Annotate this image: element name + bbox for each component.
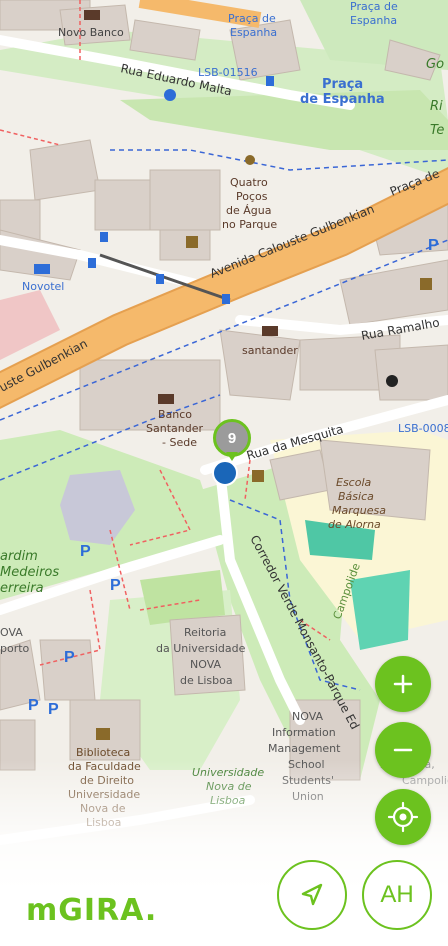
label-univ-nova-3: Lisboa — [210, 794, 246, 807]
bank-icon-1 — [84, 10, 100, 20]
label-praca-espanha-top-2: Espanha — [230, 26, 277, 39]
label-nova-left-1: OVA — [0, 626, 23, 639]
parking-icon-2: P — [110, 577, 121, 594]
label-reitoria-1: Reitoria — [184, 626, 226, 639]
parking-icon-4: P — [28, 697, 39, 714]
theatre-icon — [186, 236, 198, 248]
parking-icon-6: P — [428, 237, 439, 254]
fountain-icon — [245, 155, 255, 165]
label-right-2: Ri — [430, 99, 443, 114]
navigation-arrow-icon — [301, 883, 323, 906]
label-biblioteca-2: da Faculdade — [68, 760, 141, 773]
label-right-1: Go — [426, 57, 444, 72]
library-icon — [96, 728, 110, 740]
label-right-3: Te — [430, 123, 444, 138]
label-jardim-2: Medeiros — [0, 565, 59, 580]
label-banco-1: Banco — [158, 408, 192, 421]
label-escola-3: Marquesa — [332, 504, 386, 517]
hotel-icon — [34, 264, 50, 274]
label-reitoria-3: NOVA — [190, 658, 222, 671]
label-biblioteca-6: Lisboa — [86, 816, 121, 829]
theatre-icon-2 — [420, 278, 432, 290]
logo-text: mGIRA. — [26, 893, 158, 928]
label-ims-3: Management — [268, 742, 341, 755]
bank-icon-3 — [158, 394, 174, 404]
bus-stop-icon-1 — [100, 232, 108, 242]
label-escola-1: Escola — [336, 476, 372, 489]
bank-icon-2 — [262, 326, 278, 336]
user-avatar-button[interactable]: AH — [362, 860, 432, 930]
label-biblioteca-3: de Direito — [80, 774, 134, 787]
label-quatro-pocos-1: Quatro — [230, 176, 268, 189]
bus-stop-icon-4 — [222, 294, 230, 304]
sports-pitch — [350, 570, 410, 650]
locate-me-button[interactable] — [375, 789, 431, 845]
label-novotel: Novotel — [22, 280, 64, 293]
label-jardim-3: erreira — [0, 581, 44, 596]
label-banco-3: - Sede — [162, 436, 197, 449]
label-escola-2: Básica — [338, 490, 374, 503]
label-ims-6: Union — [292, 790, 324, 803]
label-banco-2: Santander — [146, 422, 203, 435]
label-biblioteca-1: Biblioteca — [76, 746, 130, 759]
zoom-in-button[interactable] — [375, 656, 431, 712]
mosque-icon — [386, 375, 398, 387]
label-biblioteca-4: Universidade — [68, 788, 140, 801]
label-nova-left-2: porto — [0, 642, 30, 655]
avatar-initials: AH — [380, 881, 414, 908]
label-univ-nova-2: Nova de — [206, 780, 252, 793]
parking-icon-1: P — [80, 543, 91, 560]
label-escola-4: de Alorna — [328, 518, 381, 531]
label-praca-main-2: de Espanha — [300, 92, 385, 107]
label-praca-espanha-right-2: Espanha — [350, 14, 397, 27]
locate-target-icon — [387, 801, 419, 833]
label-quatro-pocos-4: no Parque — [222, 218, 277, 231]
parking-icon-3: P — [64, 649, 75, 666]
label-reitoria-4: de Lisboa — [180, 674, 233, 687]
label-reitoria-2: da Universidade — [156, 642, 246, 655]
parking-icon-5: P — [48, 701, 59, 718]
label-biblioteca-5: Nova de — [80, 802, 126, 815]
mgira-logo: mGIRA. — [26, 893, 157, 928]
label-praca-espanha-top-1: Praça de — [228, 12, 276, 25]
playground-icon — [164, 89, 176, 101]
bus-stop-icon-2 — [88, 258, 96, 268]
label-novo-banco: Novo Banco — [58, 26, 124, 39]
label-jardim-1: ardim — [0, 549, 38, 564]
label-praca-espanha-right-1: Praça de — [350, 0, 398, 13]
bus-stop-icon-3 — [156, 274, 164, 284]
label-ims-2: Information — [272, 726, 336, 739]
school-icon — [252, 470, 264, 482]
label-univ-nova-1: Universidade — [192, 766, 264, 779]
label-lsb-01516: LSB-01516 — [198, 66, 258, 79]
minus-icon — [393, 748, 413, 752]
label-ims-5: Students' — [282, 774, 334, 787]
label-praca-main-1: Praça — [322, 77, 363, 92]
label-santander: santander — [242, 344, 298, 357]
label-quatro-pocos-2: Poços — [236, 190, 268, 203]
label-ims-1: NOVA — [292, 710, 324, 723]
label-lsb-0008: LSB-0008 — [398, 422, 448, 435]
station-bike-count: 9 — [227, 429, 237, 447]
navigation-button[interactable] — [277, 860, 347, 930]
label-quatro-pocos-3: de Água — [226, 204, 271, 217]
bus-stop-icon-5 — [266, 76, 274, 86]
plus-icon — [393, 674, 413, 694]
zoom-out-button[interactable] — [375, 722, 431, 778]
label-ims-4: School — [288, 758, 325, 771]
user-location-dot — [212, 460, 238, 486]
